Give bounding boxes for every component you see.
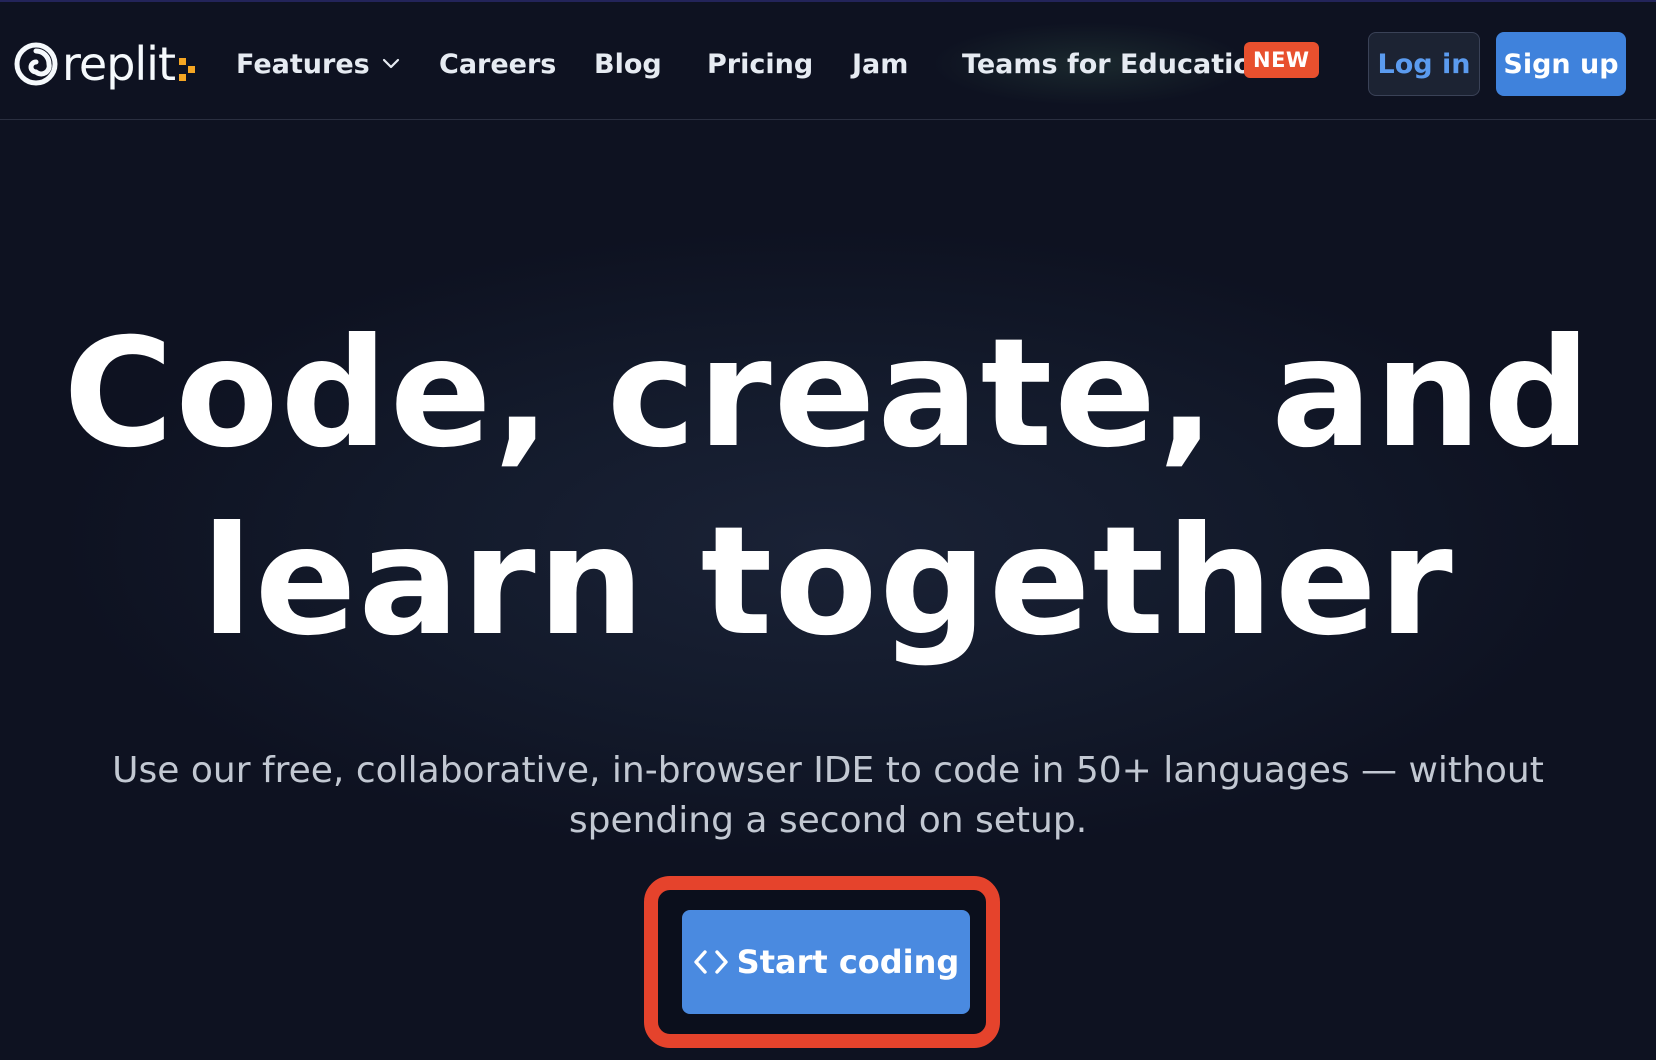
- start-coding-button[interactable]: Start coding: [682, 910, 970, 1014]
- logo-accent-icon: [179, 58, 195, 81]
- hero-subtitle-line-2: spending a second on setup.: [568, 800, 1088, 841]
- hero-subtitle-line-1: Use our free, collaborative, in-browser …: [112, 750, 1544, 791]
- code-icon: [693, 950, 728, 974]
- hero-title-line-2: learn together: [201, 495, 1455, 669]
- hero-title-line-1: Code, create, and: [63, 307, 1593, 481]
- navbar: replit Features Careers Blog Pricing Jam…: [0, 2, 1656, 120]
- nav-teams-for-education[interactable]: Teams for Education: [962, 42, 1271, 86]
- hero-subtitle: Use our free, collaborative, in-browser …: [100, 746, 1556, 846]
- nav-jam[interactable]: Jam: [852, 42, 908, 86]
- nav-features-label: Features: [236, 48, 370, 80]
- nav-features[interactable]: Features: [236, 42, 400, 86]
- nav-blog[interactable]: Blog: [594, 42, 662, 86]
- new-badge: NEW: [1244, 42, 1319, 78]
- hero-title: Code, create, and learn together: [0, 300, 1656, 676]
- start-coding-label: Start coding: [736, 943, 960, 981]
- nav-pricing[interactable]: Pricing: [707, 42, 813, 86]
- login-button[interactable]: Log in: [1368, 32, 1480, 96]
- replit-logo-icon: [14, 42, 58, 86]
- chevron-down-icon: [382, 58, 399, 69]
- nav-careers[interactable]: Careers: [439, 42, 556, 86]
- logo-wordmark: replit: [62, 37, 176, 91]
- signup-button[interactable]: Sign up: [1496, 32, 1626, 96]
- replit-logo[interactable]: replit: [14, 40, 197, 88]
